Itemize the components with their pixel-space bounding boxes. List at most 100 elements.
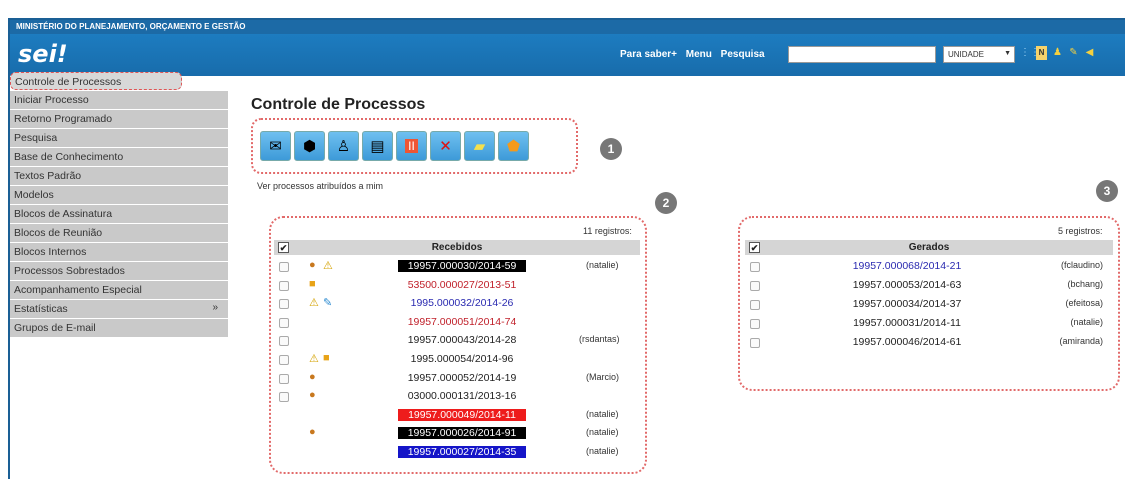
search-input[interactable] bbox=[788, 46, 936, 63]
process-number-link[interactable]: 19957.000049/2014-11 bbox=[398, 408, 526, 421]
header-links: Para saber+ Menu Pesquisa bbox=[620, 49, 771, 60]
row-checkbox[interactable] bbox=[279, 299, 289, 310]
update-andamento-icon[interactable]: ⬢ bbox=[294, 131, 325, 161]
process-number-link[interactable]: 19957.000030/2014-59 bbox=[398, 260, 526, 272]
sidebar-item-grupos-email[interactable]: Grupos de E-mail bbox=[10, 319, 228, 337]
row-checkbox[interactable] bbox=[750, 338, 760, 348]
sidebar-item-processos-sobrestados[interactable]: Processos Sobrestados bbox=[10, 262, 228, 280]
sidebar-item-iniciar-processo[interactable]: Iniciar Processo bbox=[10, 91, 228, 109]
status-icon[interactable]: ● bbox=[309, 371, 316, 383]
sidebar-item-blocos-reuniao[interactable]: Blocos de Reunião bbox=[10, 224, 228, 242]
status-icon[interactable]: ● bbox=[309, 259, 316, 271]
note-icon[interactable]: ▰ bbox=[464, 131, 495, 161]
process-number-link[interactable]: 19957.000026/2014-91 bbox=[398, 427, 526, 440]
assigned-user: (natalie) bbox=[586, 446, 619, 456]
header-icons: ⋮⋮ N ♟ ✎ ◀ bbox=[1020, 46, 1095, 60]
status-icon[interactable]: ● bbox=[309, 426, 316, 438]
process-toolbar: ✉ ⬢ ♙ ▤ II ✕ ▰ ⬟ bbox=[251, 118, 578, 174]
assigned-to-me-link[interactable]: Ver processos atribuídos a mim bbox=[257, 181, 383, 191]
process-number-link[interactable]: 19957.000051/2014-74 bbox=[398, 316, 526, 328]
grid-icon[interactable]: ⋮⋮ bbox=[1020, 46, 1040, 60]
process-number-link[interactable]: 1995.000054/2014-96 bbox=[398, 353, 526, 365]
process-number-link[interactable]: 19957.000031/2014-11 bbox=[837, 317, 977, 329]
assigned-user: (rsdantas) bbox=[579, 334, 620, 345]
row-checkbox[interactable] bbox=[750, 300, 760, 310]
send-process-icon[interactable]: ✉ bbox=[260, 131, 291, 161]
received-row: ⚠ ✎ 1995.000032/2014-26 bbox=[274, 295, 640, 313]
link-menu[interactable]: Menu bbox=[686, 49, 712, 60]
status-icon[interactable]: ⚠ bbox=[309, 352, 319, 365]
status-icon[interactable]: ■ bbox=[309, 278, 316, 290]
process-number-link[interactable]: 1995.000032/2014-26 bbox=[398, 297, 526, 309]
status-icon[interactable]: ✎ bbox=[323, 296, 332, 309]
unit-select[interactable]: UNIDADE ▼ bbox=[943, 46, 1015, 63]
sidebar-item-blocos-assinatura[interactable]: Blocos de Assinatura bbox=[10, 205, 228, 223]
received-count: 11 registros: bbox=[583, 226, 632, 236]
row-checkbox[interactable] bbox=[279, 336, 289, 347]
sobrestar-icon[interactable]: II bbox=[396, 131, 427, 161]
received-row: ● 19957.000052/2014-19 (Marcio) bbox=[274, 370, 640, 388]
process-number-link[interactable]: 19957.000034/2014-37 bbox=[837, 298, 977, 310]
conclude-process-icon[interactable]: ✕ bbox=[430, 131, 461, 161]
notification-icon[interactable]: N bbox=[1036, 46, 1047, 60]
sei-logo[interactable]: sei! bbox=[18, 40, 68, 68]
mark-icon[interactable]: ⬟ bbox=[498, 131, 529, 161]
tools-icon[interactable]: ✎ bbox=[1068, 46, 1079, 60]
assign-process-icon[interactable]: ♙ bbox=[328, 131, 359, 161]
assigned-user: (bchang) bbox=[1067, 279, 1103, 289]
generated-header-label: Gerados bbox=[908, 242, 950, 253]
process-number-link[interactable]: 19957.000043/2014-28 bbox=[398, 334, 526, 346]
received-row: 19957.000051/2014-74 bbox=[274, 314, 640, 332]
row-checkbox[interactable] bbox=[279, 355, 289, 365]
process-number-link[interactable]: 53500.000027/2013-51 bbox=[398, 279, 526, 291]
received-row: ● 03000.000131/2013-16 bbox=[274, 388, 640, 406]
link-para-saber[interactable]: Para saber+ bbox=[620, 49, 677, 60]
user-icon[interactable]: ♟ bbox=[1052, 46, 1063, 60]
status-icon[interactable]: ■ bbox=[323, 352, 330, 364]
row-checkbox[interactable] bbox=[750, 262, 760, 272]
sidebar-item-pesquisa[interactable]: Pesquisa bbox=[10, 129, 228, 147]
generated-row: 19957.000068/2014-21 (fclaudino) bbox=[745, 258, 1113, 276]
sidebar-item-estatisticas[interactable]: Estatísticas » bbox=[10, 300, 228, 318]
status-icon[interactable]: ⚠ bbox=[323, 259, 333, 272]
link-pesquisa[interactable]: Pesquisa bbox=[721, 49, 765, 60]
row-checkbox[interactable] bbox=[279, 373, 289, 384]
row-checkbox[interactable] bbox=[750, 281, 760, 291]
sidebar-item-textos-padrao[interactable]: Textos Padrão bbox=[10, 167, 228, 185]
process-number-link[interactable]: 03000.000131/2013-16 bbox=[398, 390, 526, 402]
process-number-link[interactable]: 19957.000027/2014-35 bbox=[398, 446, 526, 458]
received-row: 19957.000049/2014-11 (natalie) bbox=[274, 407, 640, 425]
generated-row: 19957.000046/2014-61 (amiranda) bbox=[745, 334, 1113, 352]
assigned-user: (natalie) bbox=[586, 427, 619, 438]
sidebar-menu: Controle de Processos Iniciar Processo R… bbox=[10, 72, 228, 338]
row-checkbox[interactable] bbox=[750, 319, 760, 329]
chevron-down-icon: ▼ bbox=[1004, 50, 1011, 57]
sidebar-item-acompanhamento-especial[interactable]: Acompanhamento Especial bbox=[10, 281, 228, 299]
generated-row: 19957.000031/2014-11 (natalie) bbox=[745, 315, 1113, 333]
process-number-link[interactable]: 19957.000052/2014-19 bbox=[398, 372, 526, 384]
sidebar-item-controle-processos[interactable]: Controle de Processos bbox=[10, 72, 182, 90]
process-number-link[interactable]: 19957.000046/2014-61 bbox=[837, 336, 977, 348]
row-checkbox[interactable] bbox=[279, 280, 289, 291]
assigned-user: (natalie) bbox=[586, 408, 619, 419]
status-icon[interactable]: ⚠ bbox=[309, 296, 319, 309]
row-checkbox[interactable] bbox=[279, 392, 289, 403]
exit-icon[interactable]: ◀ bbox=[1084, 46, 1095, 60]
sidebar-item-retorno-programado[interactable]: Retorno Programado bbox=[10, 110, 228, 128]
generated-table-header: ✔ Gerados bbox=[745, 240, 1113, 255]
row-checkbox[interactable] bbox=[279, 262, 289, 272]
sidebar-item-base-conhecimento[interactable]: Base de Conhecimento bbox=[10, 148, 228, 166]
assigned-user: (fclaudino) bbox=[1060, 260, 1103, 270]
marker-1: 1 bbox=[600, 138, 622, 160]
status-icon[interactable]: ● bbox=[309, 389, 316, 401]
process-number-link[interactable]: 19957.000053/2014-63 bbox=[837, 279, 977, 291]
assigned-user: (natalie) bbox=[586, 260, 619, 270]
sidebar-item-blocos-internos[interactable]: Blocos Internos bbox=[10, 243, 228, 261]
sidebar-item-modelos[interactable]: Modelos bbox=[10, 186, 228, 204]
process-number-link[interactable]: 19957.000068/2014-21 bbox=[837, 260, 977, 272]
received-row: ● 19957.000026/2014-91 (natalie) bbox=[274, 425, 640, 443]
sidebar-item-label: Estatísticas bbox=[14, 303, 68, 315]
row-checkbox[interactable] bbox=[279, 317, 289, 328]
received-row: ● ⚠ 19957.000030/2014-59 (natalie) bbox=[274, 258, 640, 276]
include-in-block-icon[interactable]: ▤ bbox=[362, 131, 393, 161]
